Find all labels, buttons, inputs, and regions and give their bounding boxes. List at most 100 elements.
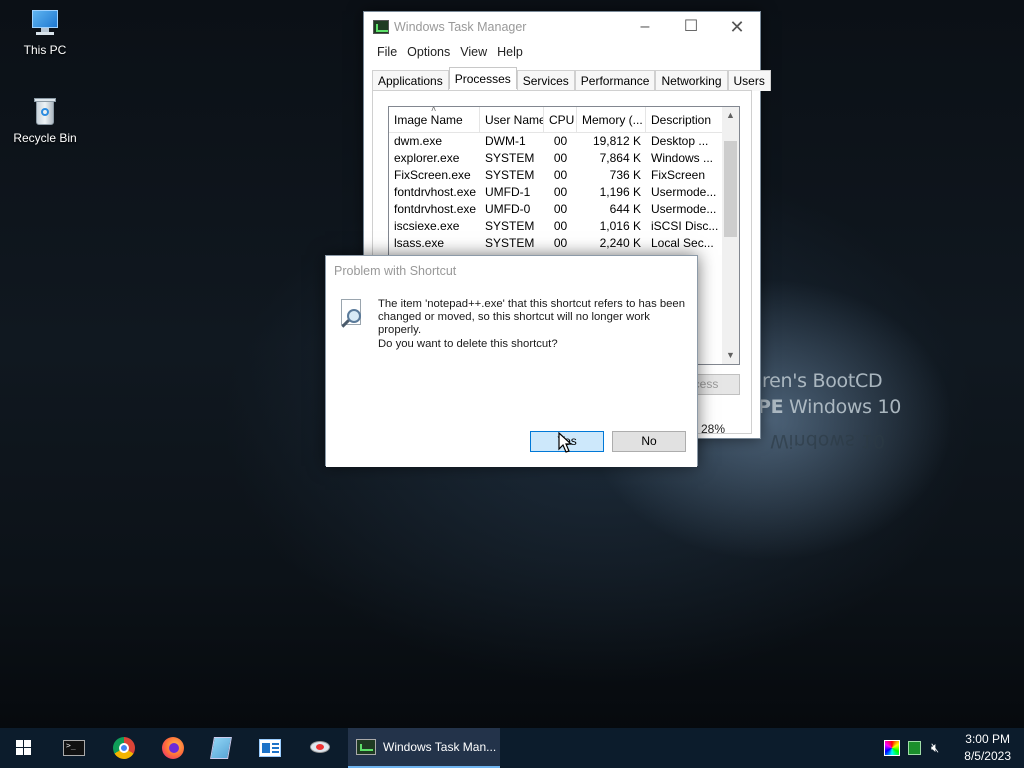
problem-with-shortcut-dialog: Problem with Shortcut The item 'notepad+… [325, 255, 698, 467]
cell-image-name: fontdrvhost.exe [394, 202, 477, 216]
cell-user-name: SYSTEM [485, 168, 535, 182]
wallpaper-line2: PE Windows 10 [757, 394, 901, 420]
chrome-icon [113, 737, 135, 759]
desktop-icon-label: Recycle Bin [13, 131, 77, 145]
tab-strip: Applications Processes Services Performa… [372, 67, 771, 91]
table-row[interactable]: explorer.exe SYSTEM 00 7,864 K Windows ... [389, 150, 739, 167]
table-row[interactable]: iscsiexe.exe SYSTEM 00 1,016 K iSCSI Disc... [389, 218, 739, 235]
cell-memory: 644 K [609, 202, 641, 216]
cell-image-name: FixScreen.exe [394, 168, 471, 182]
cell-user-name: SYSTEM [485, 236, 535, 250]
cell-description: Usermode... [651, 185, 717, 199]
cell-user-name: SYSTEM [485, 151, 535, 165]
green-status-icon[interactable] [908, 741, 921, 755]
clock-time: 3:00 PM [965, 732, 1010, 746]
desktop-icon-this-pc[interactable]: This PC [7, 7, 83, 57]
cell-description: Usermode... [651, 202, 717, 216]
column-description[interactable]: Description [646, 107, 724, 132]
table-row[interactable]: fontdrvhost.exe UMFD-0 00 644 K Usermode... [389, 201, 739, 218]
process-list-header: Image Name User Name CPU Memory (... Des… [389, 107, 739, 133]
mouse-cursor-icon [558, 432, 573, 453]
taskbar-chrome[interactable] [102, 728, 146, 768]
menu-help[interactable]: Help [492, 42, 528, 64]
no-button[interactable]: No [612, 431, 686, 452]
taskbar: >_ Windows Task Man... 🔇︎ 3:00 PM 8/5/20… [0, 728, 1024, 768]
tab-performance[interactable]: Performance [574, 70, 656, 91]
desktop-icon-recycle-bin[interactable]: Recycle Bin [7, 95, 83, 145]
table-row[interactable]: dwm.exe DWM-1 00 19,812 K Desktop ... [389, 133, 739, 150]
taskbar-network-tool[interactable] [297, 728, 343, 768]
wallpaper-win10: Windows 10 [783, 396, 902, 418]
wallpaper-line1: iren's BootCD [757, 370, 883, 392]
dialog-titlebar[interactable]: Problem with Shortcut [326, 256, 697, 286]
shortcut-search-icon [339, 299, 365, 331]
cell-cpu: 00 [553, 168, 568, 182]
cell-image-name: lsass.exe [394, 236, 445, 250]
cell-memory: 19,812 K [592, 134, 641, 148]
menu-bar: File Options View Help [364, 42, 760, 64]
table-row[interactable]: lsass.exe SYSTEM 00 2,240 K Local Sec... [389, 235, 739, 252]
close-button[interactable]: ✕ [714, 12, 760, 42]
table-row[interactable]: FixScreen.exe SYSTEM 00 736 K FixScreen [389, 167, 739, 184]
taskbar-firefox[interactable] [151, 728, 195, 768]
wallpaper-reflection: Windows 10 [770, 430, 886, 452]
task-manager-taskbar-icon [356, 739, 376, 755]
minimize-button[interactable]: – [622, 12, 668, 42]
volume-muted-icon[interactable]: 🔇︎ [931, 740, 951, 756]
taskbar-task-manager[interactable]: Windows Task Man... [348, 728, 500, 768]
scrollbar-thumb[interactable] [724, 141, 737, 237]
color-tool-icon[interactable] [884, 740, 900, 756]
cell-description: Local Sec... [651, 236, 714, 250]
cell-image-name: explorer.exe [394, 151, 460, 165]
cell-cpu: 00 [553, 202, 568, 216]
cell-cpu: 00 [553, 236, 568, 250]
cell-memory: 1,196 K [599, 185, 641, 199]
system-clock[interactable]: 3:00 PM 8/5/2023 [964, 731, 1011, 765]
notepad-icon [210, 737, 232, 759]
window-title: Windows Task Manager [394, 20, 527, 34]
column-user-name[interactable]: User Name [480, 107, 544, 132]
menu-file[interactable]: File [372, 42, 402, 64]
cell-user-name: UMFD-0 [485, 202, 531, 216]
dialog-question: Do you want to delete this shortcut? [378, 338, 558, 350]
command-prompt-icon: >_ [63, 740, 85, 756]
cell-memory: 1,016 K [599, 219, 641, 233]
explorer-icon [259, 739, 281, 757]
taskbar-command-prompt[interactable]: >_ [52, 728, 96, 768]
cell-user-name: SYSTEM [485, 219, 535, 233]
cell-image-name: fontdrvhost.exe [394, 185, 477, 199]
windows-logo-icon [16, 740, 32, 756]
sort-ascending-icon: ˄ [431, 106, 437, 114]
cell-cpu: 00 [553, 151, 568, 165]
column-memory[interactable]: Memory (... [577, 107, 646, 132]
wallpaper-branding: iren's BootCD PE Windows 10 [757, 368, 901, 420]
task-manager-titlebar[interactable]: Windows Task Manager – ☐ ✕ [364, 12, 760, 42]
maximize-button[interactable]: ☐ [668, 12, 714, 42]
desktop-icon-label: This PC [23, 43, 67, 57]
menu-view[interactable]: View [455, 42, 492, 64]
column-cpu[interactable]: CPU [544, 107, 577, 132]
menu-options[interactable]: Options [402, 42, 455, 64]
scroll-up-icon[interactable]: ▲ [722, 107, 739, 124]
table-row[interactable]: fontdrvhost.exe UMFD-1 00 1,196 K Usermode..… [389, 184, 739, 201]
tab-applications[interactable]: Applications [372, 70, 449, 91]
cell-image-name: dwm.exe [394, 134, 443, 148]
cell-description: Desktop ... [651, 134, 709, 148]
taskbar-task-label: Windows Task Man... [383, 740, 497, 754]
cell-cpu: 00 [553, 185, 568, 199]
dialog-message: The item 'notepad++.exe' that this short… [378, 298, 686, 336]
tab-services[interactable]: Services [516, 70, 575, 91]
cell-description: iSCSI Disc... [651, 219, 719, 233]
start-button[interactable] [0, 728, 48, 768]
taskbar-explorer[interactable] [248, 728, 292, 768]
clock-date: 8/5/2023 [964, 749, 1011, 763]
tab-networking[interactable]: Networking [655, 70, 728, 91]
tab-processes[interactable]: Processes [448, 67, 517, 89]
cell-memory: 7,864 K [599, 151, 641, 165]
this-pc-icon [29, 7, 61, 39]
vertical-scrollbar[interactable]: ▲ ▼ [722, 107, 739, 364]
process-rows: dwm.exe DWM-1 00 19,812 K Desktop ... explore… [389, 133, 739, 252]
tab-users[interactable]: Users [727, 70, 771, 91]
scroll-down-icon[interactable]: ▼ [722, 347, 739, 364]
taskbar-notepad[interactable] [199, 728, 243, 768]
